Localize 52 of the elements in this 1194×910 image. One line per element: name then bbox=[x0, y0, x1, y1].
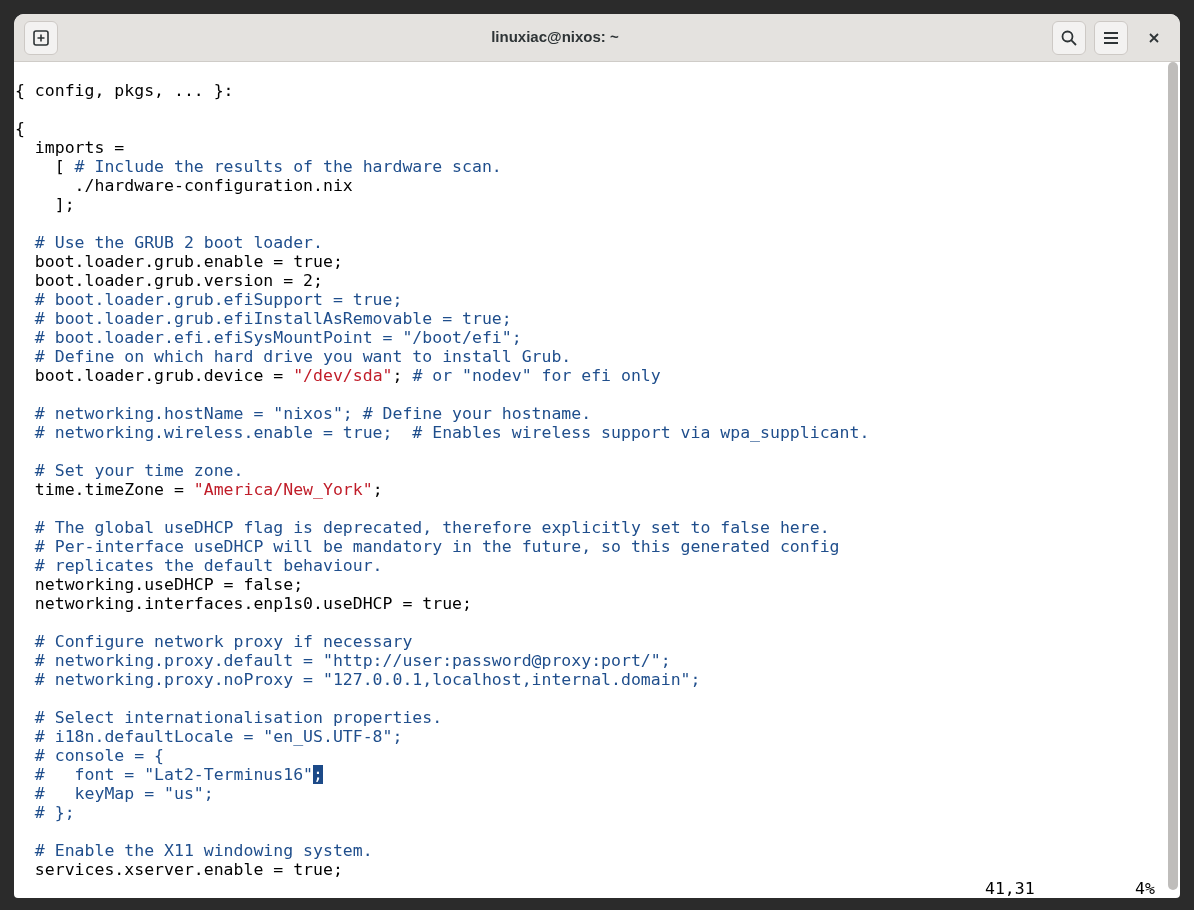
code-text: time.timeZone = bbox=[33, 480, 185, 499]
code-text: boot.loader.grub.version = 2; bbox=[33, 271, 323, 290]
code-comment: # Configure network proxy if necessary bbox=[33, 632, 413, 651]
code-text: ; bbox=[392, 366, 404, 385]
code-comment: # boot.loader.grub.efiSupport = true; bbox=[33, 290, 403, 309]
text-cursor: ; bbox=[313, 765, 323, 784]
scroll-percent: 4% bbox=[1135, 879, 1155, 898]
code-comment: # font = "Lat2-Terminus16" bbox=[33, 765, 313, 784]
code-text: { config, pkgs, ... }: bbox=[15, 81, 234, 100]
code-text: [ bbox=[53, 157, 66, 176]
cursor-position: 41,31 bbox=[985, 879, 1036, 898]
code-comment: # i18n.defaultLocale = "en_US.UTF-8"; bbox=[33, 727, 403, 746]
string-literal: "America/New_York" bbox=[193, 480, 373, 499]
new-tab-button[interactable] bbox=[24, 20, 58, 55]
code-comment: # boot.loader.grub.efiInstallAsRemovable = true; bbox=[33, 309, 512, 328]
window-title: linuxiac@nixos: ~ bbox=[491, 27, 619, 48]
code-comment: # }; bbox=[33, 803, 75, 822]
code-comment: # Include the results of the hardware scan. bbox=[74, 157, 502, 176]
code-comment: # Select internationalisation properties. bbox=[33, 708, 443, 727]
code-comment: # networking.proxy.noProxy = "127.0.0.1,localhost,internal.domain"; bbox=[33, 670, 701, 689]
search-icon bbox=[1061, 29, 1077, 46]
code-text: ./hardware-configuration.nix bbox=[73, 176, 353, 195]
code-text: boot.loader.grub.enable = true; bbox=[33, 252, 343, 271]
code-comment: # replicates the default behaviour. bbox=[33, 556, 383, 575]
code-comment: # Define on which hard drive you want to install Grub. bbox=[33, 347, 572, 366]
search-button[interactable] bbox=[1052, 20, 1086, 55]
code-text: boot.loader.grub.device = bbox=[33, 366, 285, 385]
code-comment: # Per-interface useDHCP will be mandatory in the future, so this generated config bbox=[33, 537, 840, 556]
code-text: networking.useDHCP = false; bbox=[33, 575, 304, 594]
menu-icon bbox=[1103, 30, 1119, 45]
scrollbar[interactable] bbox=[1168, 62, 1178, 890]
menu-button[interactable] bbox=[1094, 20, 1128, 55]
code-comment: # Use the GRUB 2 boot loader. bbox=[33, 233, 323, 252]
code-comment: # Set your time zone. bbox=[33, 461, 244, 480]
code-comment: # networking.wireless.enable = true; # Enables wireless support via wpa_supplicant. bbox=[33, 423, 870, 442]
code-comment: # Enable the X11 windowing system. bbox=[33, 841, 373, 860]
plus-square-icon bbox=[33, 29, 49, 46]
code-text: { bbox=[15, 119, 25, 138]
code-comment: # console = { bbox=[33, 746, 164, 765]
code-comment: # boot.loader.efi.efiSysMountPoint = "/boot/efi"; bbox=[33, 328, 522, 347]
code-text: networking.interfaces.enp1s0.useDHCP = true; bbox=[33, 594, 472, 613]
string-literal: "/dev/sda" bbox=[293, 366, 393, 385]
code-text: services.xserver.enable = true; bbox=[33, 860, 343, 879]
code-comment: # or "nodev" for efi only bbox=[412, 366, 661, 385]
code-comment: # keyMap = "us"; bbox=[33, 784, 214, 803]
code-comment: # networking.hostName = "nixos"; # Define your hostname. bbox=[33, 404, 592, 423]
code-text: imports = bbox=[33, 138, 125, 157]
close-icon bbox=[1149, 32, 1159, 43]
code-text: ]; bbox=[53, 195, 75, 214]
code-comment: # networking.proxy.default = "http://user:password@proxy:port/"; bbox=[33, 651, 671, 670]
code-text: ; bbox=[372, 480, 383, 499]
code-comment: # The global useDHCP flag is deprecated, therefore explicitly set to false here. bbox=[33, 518, 830, 537]
